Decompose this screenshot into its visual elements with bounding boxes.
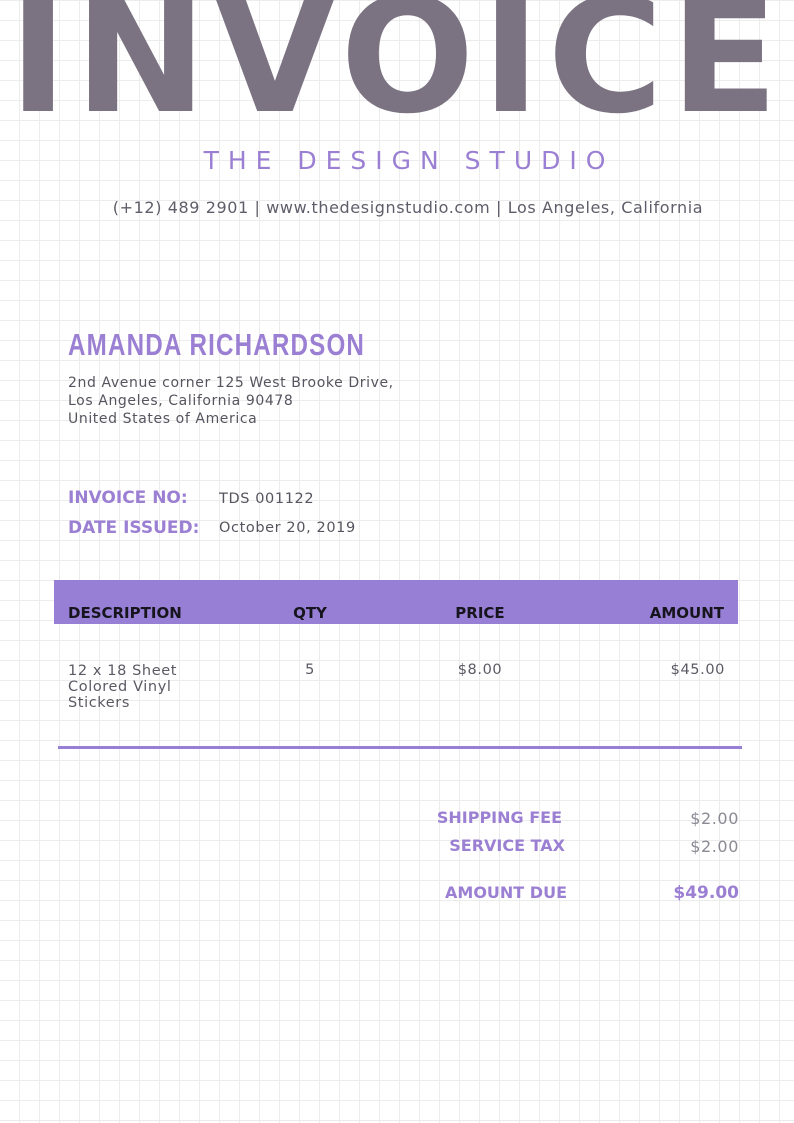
amount-due-value: $49.00 (673, 883, 739, 903)
client-name: AMANDA RICHARDSON (68, 327, 366, 362)
invoice-number-value: TDS 001122 (219, 491, 315, 507)
service-tax-value: $2.00 (690, 837, 739, 856)
column-header-qty: QTY (293, 604, 327, 622)
row-description: 12 x 18 Sheet Colored Vinyl Stickers (68, 663, 178, 711)
column-header-price: PRICE (455, 604, 505, 622)
client-address-line-2: Los Angeles, California 90478 (68, 393, 294, 409)
invoice-number-label: INVOICE NO: (68, 488, 188, 508)
row-price: $8.00 (457, 662, 503, 678)
column-header-amount: AMOUNT (649, 604, 724, 622)
studio-name: THE DESIGN STUDIO (203, 146, 615, 175)
client-address-line-1: 2nd Avenue corner 125 West Brooke Drive, (68, 375, 394, 391)
amount-due-label: AMOUNT DUE (445, 883, 567, 902)
date-issued-label: DATE ISSUED: (68, 518, 200, 538)
contact-line: (+12) 489 2901 | www.thedesignstudio.com… (112, 198, 704, 217)
service-tax-label: SERVICE TAX (449, 836, 565, 855)
invoice-title: INVOICE (8, 0, 786, 149)
table-bottom-rule (58, 746, 742, 749)
date-issued-value: October 20, 2019 (219, 520, 356, 536)
row-amount: $45.00 (670, 662, 725, 678)
shipping-fee-value: $2.00 (690, 809, 739, 828)
column-header-description: DESCRIPTION (68, 604, 182, 622)
shipping-fee-label: SHIPPING FEE (436, 808, 562, 827)
row-qty: 5 (305, 662, 315, 678)
client-address-line-3: United States of America (68, 411, 258, 427)
